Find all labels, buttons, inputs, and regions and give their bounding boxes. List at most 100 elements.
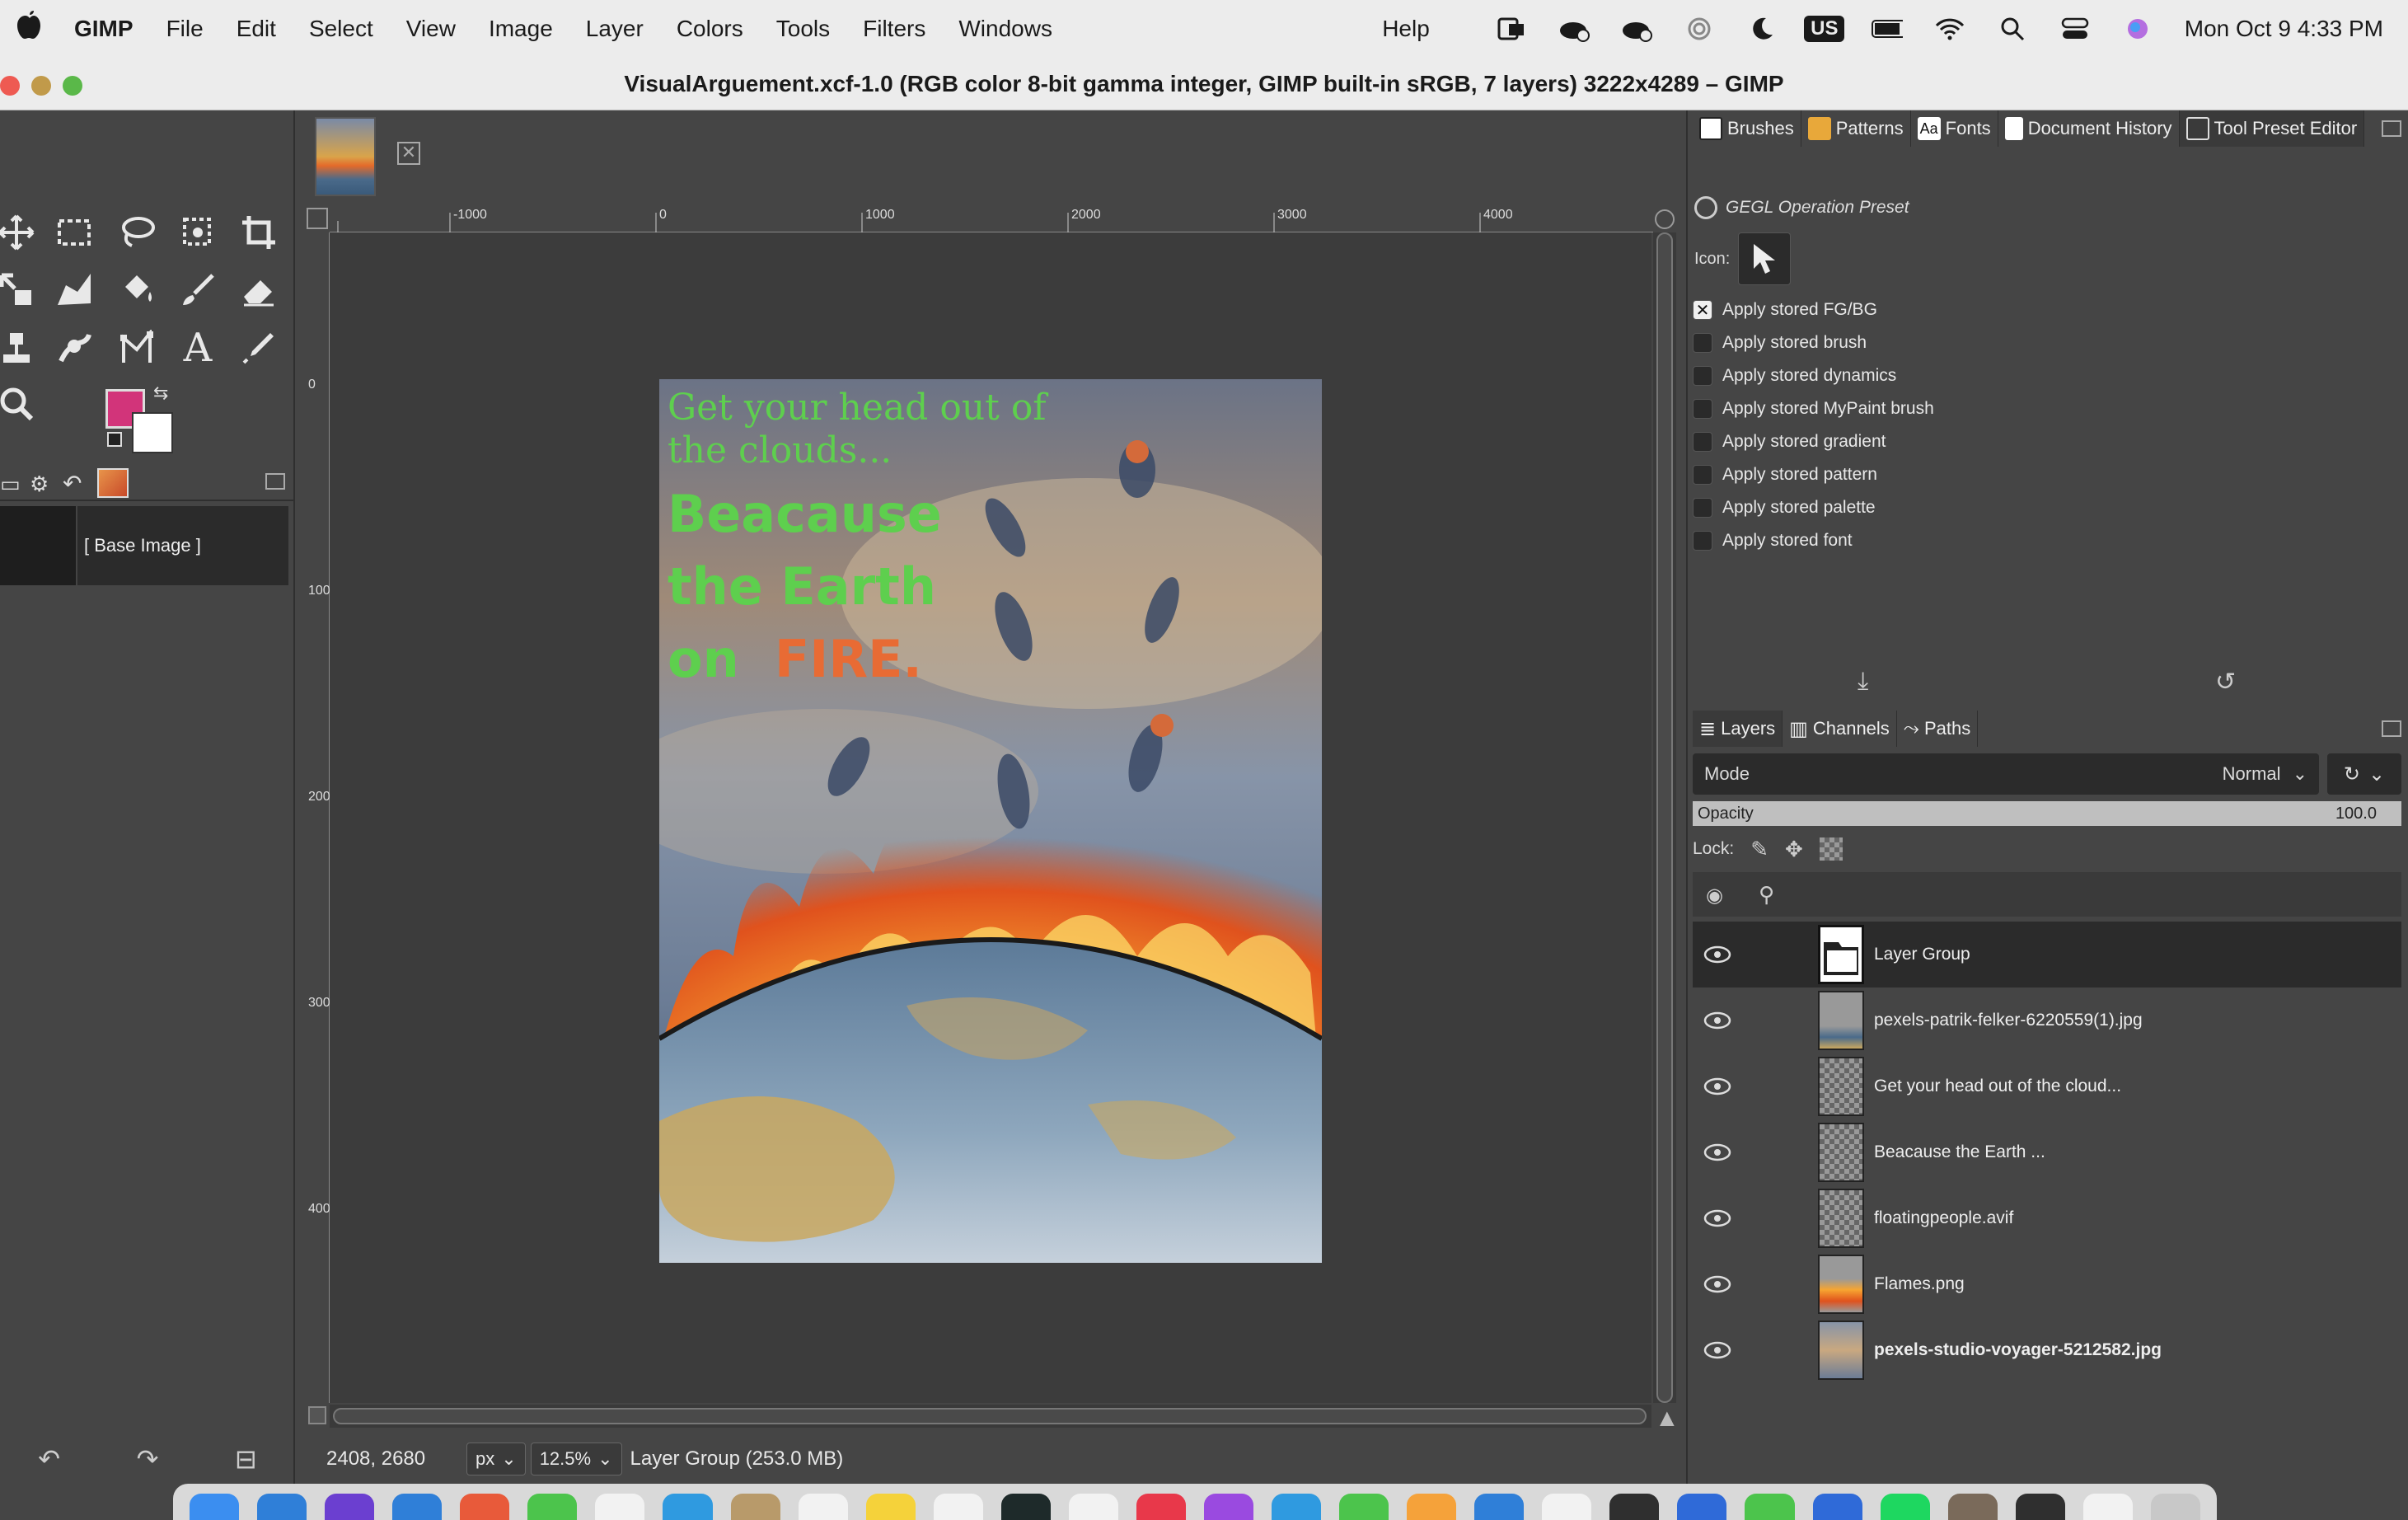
move-tool-icon[interactable] [0, 209, 40, 256]
eye-icon[interactable] [1693, 945, 1742, 964]
control-center-icon[interactable] [2059, 15, 2091, 43]
layer-row[interactable]: pexels-patrik-felker-6220559(1).jpg [1693, 988, 2401, 1053]
chain-header-icon[interactable]: ⚲ [1759, 882, 1774, 908]
option-apply-mypaint-brush[interactable]: Apply stored MyPaint brush [1693, 399, 1934, 419]
app-icon[interactable] [1745, 1494, 1795, 1520]
option-apply-gradient[interactable]: Apply stored gradient [1693, 432, 1886, 452]
text-tool-icon[interactable]: A [175, 325, 221, 371]
checkbox[interactable] [1693, 465, 1712, 485]
option-apply-font[interactable]: Apply stored font [1693, 531, 1853, 551]
zoom-tool-icon[interactable] [0, 381, 40, 427]
crop-tool-icon[interactable] [236, 209, 282, 256]
apple-menu-icon[interactable] [0, 10, 58, 48]
unit-selector[interactable]: px ⌄ [466, 1443, 526, 1475]
app-icon[interactable] [325, 1494, 375, 1520]
poster-image[interactable]: Get your head out of the clouds... Beaca… [659, 379, 1322, 1263]
zoom-window-button[interactable] [63, 76, 82, 96]
menu-edit[interactable]: Edit [220, 16, 293, 42]
configure-tab-icon[interactable] [2382, 720, 2401, 737]
warp-transform-tool-icon[interactable] [51, 267, 97, 313]
menu-colors[interactable]: Colors [660, 16, 760, 42]
configure-tab-icon[interactable] [2382, 120, 2401, 137]
bucket-fill-tool-icon[interactable] [114, 267, 160, 313]
menubar-clock[interactable]: Mon Oct 9 4:33 PM [2185, 16, 2383, 42]
spotify-app-icon[interactable] [1880, 1494, 1930, 1520]
undo-history-tab-icon[interactable]: ↶ [63, 470, 82, 497]
tab-fonts[interactable]: Aa Fonts [1911, 110, 1998, 147]
redo-icon[interactable]: ↷ [137, 1443, 159, 1475]
navigate-arrow-icon[interactable]: ▲ [1655, 1405, 1680, 1433]
battery-icon[interactable] [1871, 15, 1903, 43]
spotlight-search-icon[interactable] [1997, 15, 2028, 43]
app-icon[interactable] [730, 1494, 780, 1520]
layer-row[interactable]: floatingpeople.avif [1693, 1185, 2401, 1251]
gimp-app-icon[interactable] [1947, 1494, 1998, 1520]
dark-mode-moon-icon[interactable] [1746, 15, 1778, 43]
app-icon[interactable] [1272, 1494, 1322, 1520]
eye-icon[interactable] [1693, 1143, 1742, 1161]
background-color-swatch[interactable] [132, 412, 173, 453]
reminders-app-icon[interactable] [798, 1494, 848, 1520]
eye-icon[interactable] [1693, 1077, 1742, 1095]
eye-icon[interactable] [1693, 1341, 1742, 1359]
navigate-button[interactable] [1655, 209, 1675, 229]
layer-row[interactable]: Flames.png [1693, 1251, 2401, 1317]
unified-transform-tool-icon[interactable] [0, 267, 40, 313]
checkbox[interactable] [1693, 432, 1712, 452]
app-icon[interactable] [1542, 1494, 1592, 1520]
checkbox-checked[interactable]: ✕ [1693, 300, 1712, 320]
menu-file[interactable]: File [150, 16, 220, 42]
checkbox[interactable] [1693, 399, 1712, 419]
eye-icon[interactable] [1693, 1011, 1742, 1030]
vertical-scrollbar-thumb[interactable] [1656, 232, 1673, 1403]
undo-icon[interactable]: ↶ [38, 1443, 60, 1475]
podcasts-app-icon[interactable] [1203, 1494, 1253, 1520]
cloud-sync-icon-2[interactable] [1621, 15, 1652, 43]
lock-pixels-icon[interactable]: ✎ [1750, 837, 1769, 862]
app-icon[interactable] [933, 1494, 983, 1520]
cloud-sync-icon[interactable] [1558, 15, 1590, 43]
tab-patterns[interactable]: Patterns [1801, 110, 1911, 147]
layer-row[interactable]: pexels-studio-voyager-5212582.jpg [1693, 1317, 2401, 1383]
tab-channels[interactable]: ▥ Channels [1783, 711, 1897, 747]
tab-paths[interactable]: ⤳ Paths [1897, 711, 1979, 747]
configure-tab-icon[interactable] [265, 473, 285, 490]
preset-icon-button[interactable] [1738, 232, 1792, 285]
tab-tool-preset-editor[interactable]: Tool Preset Editor [2179, 110, 2365, 147]
fuzzy-select-tool-icon[interactable] [175, 209, 221, 256]
close-image-tab-icon[interactable]: ✕ [397, 142, 420, 165]
horizontal-scrollbar[interactable] [330, 1405, 1651, 1428]
tab-brushes[interactable]: Brushes [1693, 110, 1801, 147]
option-apply-brush[interactable]: Apply stored brush [1693, 333, 1867, 353]
lock-alpha-icon[interactable] [1819, 837, 1843, 861]
app-menu-gimp[interactable]: GIMP [58, 16, 150, 42]
photos-app-icon[interactable] [460, 1494, 510, 1520]
outlook-icon[interactable] [1496, 15, 1527, 43]
save-preset-icon[interactable]: ⤓ [1858, 668, 1868, 696]
app-icon[interactable] [1000, 1494, 1051, 1520]
option-apply-dynamics[interactable]: Apply stored dynamics [1693, 366, 1896, 386]
checkbox[interactable] [1693, 366, 1712, 386]
lock-position-icon[interactable]: ✥ [1785, 837, 1803, 862]
composite-mode-selector[interactable]: ↻ ⌄ [2327, 753, 2401, 795]
layer-row[interactable]: Beacause the Earth ... [1693, 1119, 2401, 1185]
menu-help[interactable]: Help [1366, 16, 1446, 42]
smudge-tool-icon[interactable] [51, 325, 97, 371]
activity-spiral-icon[interactable] [1684, 15, 1715, 43]
safari-app-icon[interactable] [257, 1494, 307, 1520]
app-icon[interactable] [663, 1494, 713, 1520]
quick-mask-toggle[interactable] [307, 208, 328, 229]
layer-row[interactable]: Layer Group [1693, 922, 2401, 988]
app-store-icon[interactable] [1474, 1494, 1525, 1520]
paths-tool-icon[interactable] [114, 325, 160, 371]
color-picker-tool-icon[interactable] [236, 325, 282, 371]
minimize-window-button[interactable] [31, 76, 51, 96]
eye-icon[interactable] [1693, 1275, 1742, 1293]
opacity-slider[interactable]: Opacity 100.0 [1693, 801, 2401, 826]
visibility-header-eye-icon[interactable]: ◉ [1706, 884, 1723, 908]
tool-options-tab-icon[interactable]: ⚙ [30, 471, 49, 497]
swap-colors-icon[interactable]: ⇆ [153, 382, 168, 404]
tab-document-history[interactable]: Document History [1998, 110, 2180, 147]
menu-filters[interactable]: Filters [846, 16, 942, 42]
reset-preset-icon[interactable]: ↺ [2215, 668, 2236, 697]
